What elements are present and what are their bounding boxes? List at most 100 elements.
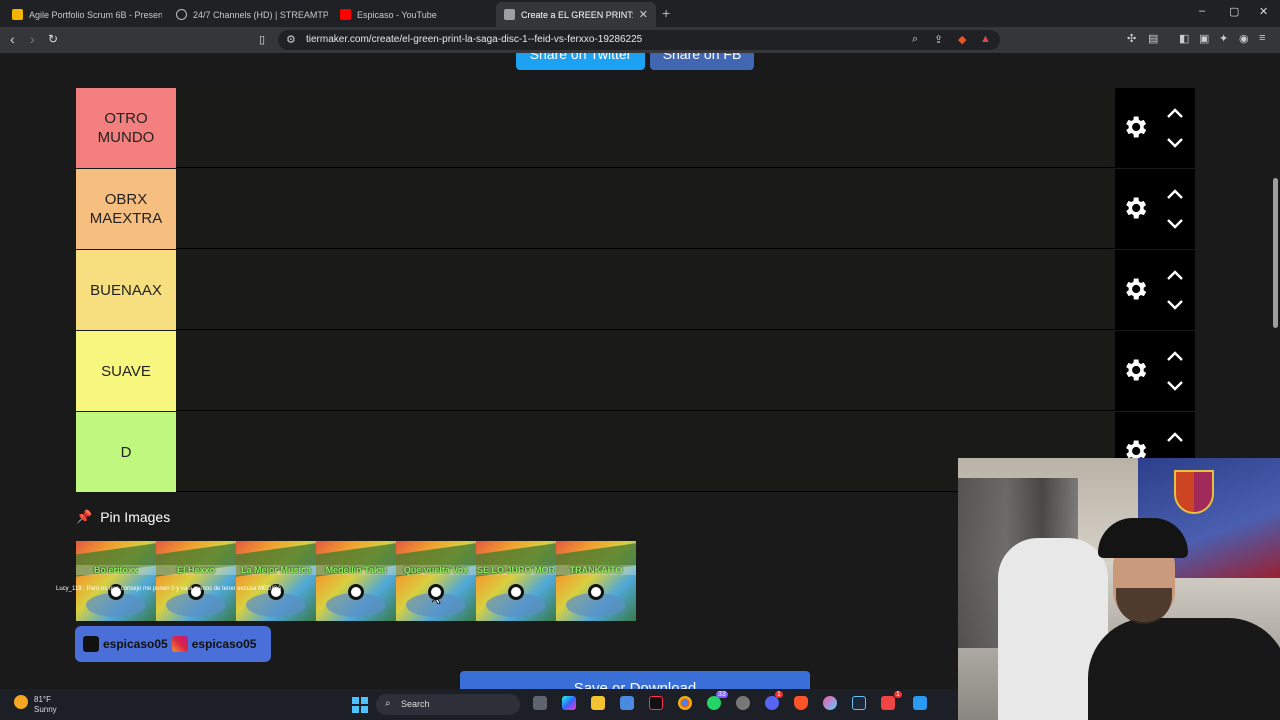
- tier-row: OTRO MUNDO: [76, 88, 1195, 168]
- sidebar-icon[interactable]: ◧: [1179, 32, 1189, 45]
- chrome-icon[interactable]: [678, 696, 692, 710]
- page-icon: [504, 9, 515, 20]
- item-pool: Boleritoxx El Hexxo La Mejor Musica Medellí…: [76, 541, 636, 621]
- zoom-icon[interactable]: ⌕: [912, 33, 918, 46]
- discord-icon[interactable]: [765, 696, 779, 710]
- move-down-icon[interactable]: [1167, 138, 1183, 148]
- steam-icon[interactable]: [852, 696, 866, 710]
- tab-streamtp[interactable]: 24/7 Channels (HD) | STREAMTP: [168, 2, 328, 27]
- maximize-button[interactable]: ▢: [1229, 5, 1239, 18]
- webcam-overlay: [958, 458, 1280, 720]
- whatsapp-badge: 33: [716, 691, 728, 698]
- save-download-button[interactable]: Save or Download: [460, 671, 810, 689]
- move-up-icon[interactable]: [1167, 351, 1183, 361]
- tier-drop-zone[interactable]: [176, 250, 1115, 330]
- pin-images-label: Pin Images: [100, 509, 171, 525]
- discord-badge: 1: [775, 691, 783, 698]
- move-up-icon[interactable]: [1167, 270, 1183, 280]
- brave-rewards-icon[interactable]: ▲: [980, 33, 991, 45]
- clock-app-icon[interactable]: [736, 696, 750, 710]
- move-up-icon[interactable]: [1167, 108, 1183, 118]
- tab-tiermaker[interactable]: Create a EL GREEN PRINT: La Sa ✕: [496, 2, 656, 27]
- tier-item[interactable]: Que vuelta Vox: [396, 541, 476, 621]
- tier-item[interactable]: Boleritoxx: [76, 541, 156, 621]
- tier-row: OBRX MAEXTRA: [76, 169, 1195, 249]
- close-window-button[interactable]: ✕: [1259, 5, 1268, 18]
- move-down-icon[interactable]: [1167, 300, 1183, 310]
- url-text: tiermaker.com/create/el-green-print-la-s…: [306, 34, 643, 45]
- weather-condition: Sunny: [34, 705, 57, 714]
- close-tab-icon[interactable]: ✕: [633, 8, 648, 21]
- tier-drop-zone[interactable]: [176, 331, 1115, 411]
- tier-item[interactable]: Medellín Takai: [316, 541, 396, 621]
- share-fb-button[interactable]: Share on FB: [650, 53, 754, 70]
- forward-icon[interactable]: ›: [30, 31, 35, 47]
- brave-shields-icon[interactable]: ◆: [958, 33, 966, 46]
- share-icon[interactable]: ⇪: [934, 33, 943, 46]
- leo-ai-icon[interactable]: ✦: [1219, 32, 1228, 45]
- tier-drop-zone[interactable]: [176, 88, 1115, 168]
- notepad-icon[interactable]: [913, 696, 927, 710]
- back-icon[interactable]: ‹: [10, 31, 15, 47]
- tier-item[interactable]: La Mejor Musica: [236, 541, 316, 621]
- menu-icon[interactable]: ≡: [1259, 32, 1265, 44]
- tier-label[interactable]: BUENAAX: [76, 250, 176, 330]
- whatsapp-icon[interactable]: [707, 696, 721, 710]
- tier-label[interactable]: OBRX MAEXTRA: [76, 169, 176, 249]
- yin-yang-icon: [428, 584, 444, 600]
- gear-icon[interactable]: [1121, 275, 1149, 303]
- reading-list-icon[interactable]: ▣: [1199, 32, 1209, 45]
- task-view-icon[interactable]: [533, 696, 547, 710]
- slides-icon: [12, 9, 23, 20]
- file-explorer-icon[interactable]: [591, 696, 605, 710]
- barcelona-crest: [1174, 470, 1214, 514]
- share-twitter-button[interactable]: Share on Twitter: [516, 53, 645, 70]
- move-up-icon[interactable]: [1167, 432, 1183, 442]
- tier-drop-zone[interactable]: [176, 169, 1115, 249]
- move-down-icon[interactable]: [1167, 381, 1183, 391]
- tier-item[interactable]: El Hexxo: [156, 541, 236, 621]
- tab-youtube[interactable]: Espicaso - YouTube: [332, 2, 492, 27]
- gear-icon[interactable]: [1121, 113, 1149, 141]
- search-placeholder: Search: [401, 699, 430, 709]
- taskbar-search[interactable]: ⌕ Search: [376, 694, 520, 715]
- tiktok-app-icon[interactable]: [649, 696, 663, 710]
- tier-item-name: Medellín Takai: [316, 565, 396, 575]
- search-icon: ⌕: [385, 698, 391, 709]
- address-bar[interactable]: ⚙ tiermaker.com/create/el-green-print-la…: [278, 30, 1000, 50]
- pushpin-icon: 📌: [76, 509, 93, 524]
- move-down-icon[interactable]: [1167, 219, 1183, 229]
- tier-item[interactable]: TRANKAITO: [556, 541, 636, 621]
- move-up-icon[interactable]: [1167, 189, 1183, 199]
- windows-start-icon[interactable]: [352, 697, 368, 713]
- tier-row: SUAVE: [76, 331, 1195, 411]
- bookmark-icon[interactable]: ▯: [259, 33, 265, 46]
- tier-item-name: Boleritoxx: [76, 565, 156, 575]
- reload-icon[interactable]: ↻: [48, 32, 58, 46]
- copilot-icon[interactable]: [562, 696, 576, 710]
- wallet-icon[interactable]: ▤: [1148, 32, 1158, 45]
- tab-agile-portfolio[interactable]: Agile Portfolio Scrum 6B - Presentaci: [4, 2, 162, 27]
- extensions-icon[interactable]: ✣: [1127, 32, 1136, 45]
- tier-label[interactable]: OTRO MUNDO: [76, 88, 176, 168]
- gear-icon[interactable]: [1121, 356, 1149, 384]
- tier-controls: [1115, 169, 1195, 249]
- minimize-button[interactable]: –: [1199, 5, 1205, 17]
- new-tab-button[interactable]: +: [662, 5, 670, 21]
- store-icon[interactable]: [620, 696, 634, 710]
- tier-controls: [1115, 88, 1195, 168]
- tier-label[interactable]: SUAVE: [76, 331, 176, 411]
- screen: { "browser": { "tabs": [ {"title": "Agil…: [0, 0, 1280, 720]
- vpn-icon[interactable]: ◉: [1239, 32, 1249, 45]
- tier-label[interactable]: D: [76, 412, 176, 492]
- scrollbar-thumb[interactable]: [1273, 178, 1278, 328]
- brave-icon[interactable]: [794, 696, 808, 710]
- tier-item[interactable]: SE LO JURO MOR: [476, 541, 556, 621]
- tier-item-name: SE LO JURO MOR: [476, 565, 556, 575]
- app-icon[interactable]: [881, 696, 895, 710]
- instagram-handle: espicaso05: [191, 637, 257, 651]
- gear-icon[interactable]: [1121, 194, 1149, 222]
- site-info-icon[interactable]: ⚙: [286, 33, 296, 46]
- weather-widget[interactable]: 81°F Sunny: [14, 695, 57, 715]
- photos-icon[interactable]: [823, 696, 837, 710]
